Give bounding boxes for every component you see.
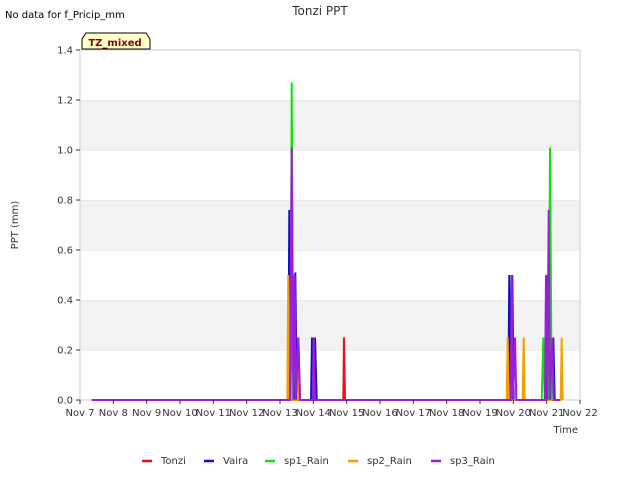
legend: Tonzi Vaira sp1_Rain sp2_Rain sp3_Rain xyxy=(142,456,495,467)
y-tick-label: 1.2 xyxy=(57,96,73,107)
x-tick-label: Nov 16 xyxy=(362,408,397,419)
x-tick-label: Nov 18 xyxy=(429,408,464,419)
site-badge: TZ_mixed xyxy=(81,32,151,50)
no-data-message: No data for f_Pricip_mm xyxy=(5,10,125,21)
x-tick-label: Nov 11 xyxy=(196,408,231,419)
y-tick-label: 1.0 xyxy=(57,146,73,157)
legend-label: Vaira xyxy=(223,456,248,467)
grid-band xyxy=(80,150,580,200)
x-tick-label: Nov 8 xyxy=(99,408,128,419)
y-tick-label: 0.2 xyxy=(57,346,73,357)
grid-band xyxy=(80,350,580,400)
x-tick-label: Nov 9 xyxy=(132,408,161,419)
x-tick-label: Nov 14 xyxy=(296,408,331,419)
x-axis-label: Time xyxy=(553,425,578,436)
legend-label: sp2_Rain xyxy=(367,456,412,467)
x-tick-label: Nov 22 xyxy=(562,408,597,419)
y-tick-label: 1.4 xyxy=(57,46,73,57)
y-tick-label: 0.6 xyxy=(57,246,73,257)
x-tick-label: Nov 13 xyxy=(262,408,297,419)
y-tick-label: 0.8 xyxy=(57,196,73,207)
y-tick-label: 0.0 xyxy=(57,396,73,407)
x-tick-label: Nov 21 xyxy=(529,408,564,419)
grid-band xyxy=(80,100,580,150)
badge-label: TZ_mixed xyxy=(88,38,141,49)
grid-band xyxy=(80,50,580,100)
x-tick-label: Nov 12 xyxy=(229,408,264,419)
legend-label: sp3_Rain xyxy=(450,456,495,467)
grid-band xyxy=(80,200,580,250)
y-axis-label: PPT (mm) xyxy=(10,201,21,250)
grid-band xyxy=(80,300,580,350)
x-tick-label: Nov 17 xyxy=(396,408,431,419)
x-tick-label: Nov 10 xyxy=(162,408,197,419)
x-tick-label: Nov 7 xyxy=(65,408,94,419)
grid-bands xyxy=(80,49,580,400)
y-axis-ticks: 0.0 0.2 0.4 0.6 0.8 1.0 1.2 1.4 xyxy=(57,46,80,407)
chart-title: Tonzi PPT xyxy=(291,4,348,18)
grid-band xyxy=(80,250,580,300)
x-tick-label: Nov 20 xyxy=(496,408,531,419)
x-axis-ticks: Nov 7 Nov 8 Nov 9 Nov 10Nov 11Nov 12Nov 13N… xyxy=(65,400,598,419)
x-tick-label: Nov 15 xyxy=(329,408,364,419)
x-tick-label: Nov 19 xyxy=(462,408,497,419)
ppt-chart: No data for f_Pricip_mm Tonzi PPT 0.0 0.2… xyxy=(5,4,598,467)
legend-label: sp1_Rain xyxy=(284,456,329,467)
y-tick-label: 0.4 xyxy=(57,296,73,307)
legend-label: Tonzi xyxy=(160,456,186,467)
